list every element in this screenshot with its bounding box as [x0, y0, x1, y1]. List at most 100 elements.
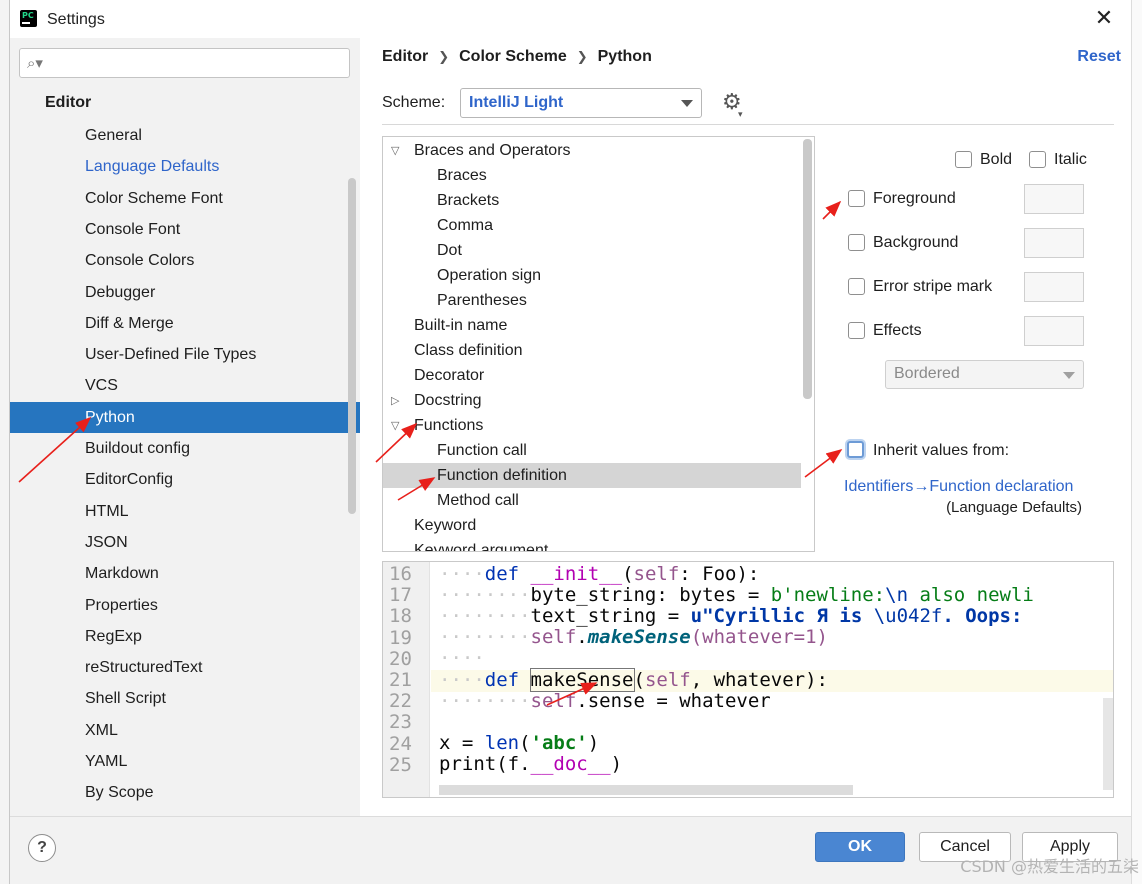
- code-line: ········text_string = u"Cyrillic Я is \u…: [439, 606, 1034, 627]
- tree-node[interactable]: Braces: [383, 163, 801, 188]
- effects-type-select[interactable]: Bordered: [885, 360, 1084, 389]
- reset-link[interactable]: Reset: [1077, 48, 1121, 66]
- code-token: u"Cyrillic Я is: [690, 605, 874, 627]
- sidebar-item-yaml[interactable]: YAML: [10, 746, 360, 777]
- code-token: b'newline:: [770, 584, 886, 606]
- settings-sidebar: ⌕▾ Editor General Language Defaults Color …: [10, 38, 360, 816]
- chevron-down-icon[interactable]: ▽: [391, 138, 399, 163]
- close-button[interactable]: ✕: [1091, 6, 1117, 32]
- tree-node[interactable]: Method call: [383, 488, 801, 513]
- title-bar: PC Settings ✕: [10, 0, 1131, 38]
- tree-node[interactable]: Keyword argument: [383, 538, 801, 551]
- tree-node[interactable]: Dot: [383, 238, 801, 263]
- sidebar-item-html[interactable]: HTML: [10, 496, 360, 527]
- sidebar-item-regexp[interactable]: RegExp: [10, 621, 360, 652]
- code-token: self: [644, 669, 691, 691]
- tree-node[interactable]: Function call: [383, 438, 801, 463]
- code-line: ····: [439, 648, 485, 669]
- gear-icon[interactable]: ⚙ ▾: [722, 92, 743, 121]
- inherit-checkbox[interactable]: [847, 441, 864, 458]
- sidebar-item-markdown[interactable]: Markdown: [10, 558, 360, 589]
- tree-node[interactable]: Operation sign: [383, 263, 801, 288]
- inherit-source-link[interactable]: Identifiers→Function declaration: [844, 478, 1073, 496]
- chevron-down-icon: [681, 100, 693, 107]
- tree-node-label: Operation sign: [437, 267, 542, 284]
- whitespace-marker: ····: [439, 669, 485, 691]
- sidebar-item-vcs[interactable]: VCS: [10, 370, 360, 401]
- main-panel: Editor ❯ Color Scheme ❯ Python Reset Scheme:…: [360, 38, 1131, 816]
- effects-type-value: Bordered: [894, 365, 960, 382]
- sidebar-item-color-scheme-font[interactable]: Color Scheme Font: [10, 183, 360, 214]
- code-preview[interactable]: 16 17 18 19 20 21 22 23 24 25 ····def __init__(se…: [382, 561, 1114, 798]
- search-input[interactable]: ⌕▾: [19, 48, 350, 78]
- code-token: __init__: [530, 563, 623, 585]
- sidebar-item-diff-merge[interactable]: Diff & Merge: [10, 308, 360, 339]
- sidebar-item-xml[interactable]: XML: [10, 715, 360, 746]
- tree-node[interactable]: Comma: [383, 213, 801, 238]
- sidebar-item-shell-script[interactable]: Shell Script: [10, 683, 360, 714]
- effects-color-swatch[interactable]: [1024, 316, 1084, 346]
- background-checkbox[interactable]: [848, 234, 865, 251]
- effects-checkbox[interactable]: [848, 322, 865, 339]
- error-stripe-checkbox[interactable]: [848, 278, 865, 295]
- preview-vertical-scrollbar[interactable]: [1103, 698, 1113, 790]
- sidebar-item-editorconfig[interactable]: EditorConfig: [10, 464, 360, 495]
- line-number: 20: [389, 647, 412, 670]
- sidebar-item-restructuredtext[interactable]: reStructuredText: [10, 652, 360, 683]
- tree-node-label: Brackets: [437, 192, 500, 209]
- whitespace-marker: ····: [439, 647, 485, 669]
- foreground-label: Foreground: [873, 190, 956, 207]
- code-token: . Oops:: [942, 605, 1034, 627]
- background-color-swatch[interactable]: [1024, 228, 1084, 258]
- sidebar-item-python[interactable]: Python: [10, 401, 360, 433]
- tree-node[interactable]: Parentheses: [383, 288, 801, 313]
- code-token: (whatever=1): [690, 626, 828, 648]
- code-token: .sense = whatever: [576, 690, 771, 712]
- tree-scrollbar[interactable]: [803, 139, 812, 399]
- breadcrumb-item: Editor: [382, 48, 429, 65]
- italic-checkbox[interactable]: [1029, 151, 1046, 168]
- sidebar-item-language-defaults[interactable]: Language Defaults: [10, 151, 360, 182]
- tree-node-label: Function definition: [437, 467, 567, 484]
- tree-node[interactable]: Built-in name: [383, 313, 801, 338]
- scheme-select[interactable]: IntelliJ Light: [460, 88, 702, 118]
- tree-node[interactable]: Decorator: [383, 363, 801, 388]
- code-line: ········byte_string: bytes = b'newline:\…: [439, 585, 1034, 606]
- code-token: 'abc': [530, 732, 588, 754]
- foreground-checkbox[interactable]: [848, 190, 865, 207]
- whitespace-marker: ········: [439, 605, 531, 627]
- tree-node-label: Braces and Operators: [414, 142, 571, 159]
- tree-node[interactable]: Class definition: [383, 338, 801, 363]
- tree-node-label: Function call: [437, 442, 527, 459]
- sidebar-item-buildout-config[interactable]: Buildout config: [10, 433, 360, 464]
- sidebar-group-editor[interactable]: Editor: [45, 94, 91, 112]
- help-button[interactable]: ?: [28, 834, 56, 862]
- chevron-down-icon[interactable]: ▽: [391, 413, 399, 438]
- sidebar-item-user-defined-file-types[interactable]: User-Defined File Types: [10, 339, 360, 370]
- whitespace-marker: ····: [439, 563, 485, 585]
- sidebar-item-properties[interactable]: Properties: [10, 590, 360, 621]
- scheme-label: Scheme:: [382, 94, 446, 111]
- code-token: len: [484, 732, 520, 754]
- preview-horizontal-scrollbar[interactable]: [439, 785, 853, 795]
- sidebar-item-console-colors[interactable]: Console Colors: [10, 245, 360, 276]
- error-stripe-color-swatch[interactable]: [1024, 272, 1084, 302]
- code-line: ········self.sense = whatever: [439, 691, 771, 712]
- ok-button[interactable]: OK: [815, 832, 905, 862]
- sidebar-item-debugger[interactable]: Debugger: [10, 277, 360, 308]
- chevron-right-icon[interactable]: ▷: [391, 388, 399, 413]
- sidebar-item-general[interactable]: General: [10, 120, 360, 151]
- sidebar-scrollbar[interactable]: [348, 178, 356, 514]
- bold-checkbox[interactable]: [955, 151, 972, 168]
- sidebar-item-console-font[interactable]: Console Font: [10, 214, 360, 245]
- tree-node[interactable]: ▽ Functions: [383, 413, 801, 438]
- foreground-color-swatch[interactable]: [1024, 184, 1084, 214]
- tree-node[interactable]: Keyword: [383, 513, 801, 538]
- tree-node[interactable]: ▽ Braces and Operators: [383, 138, 801, 163]
- tree-node[interactable]: Function definition: [383, 463, 801, 488]
- sidebar-item-json[interactable]: JSON: [10, 527, 360, 558]
- line-number: 21: [389, 669, 412, 691]
- tree-node[interactable]: Brackets: [383, 188, 801, 213]
- tree-node[interactable]: ▷ Docstring: [383, 388, 801, 413]
- sidebar-item-by-scope[interactable]: By Scope: [10, 777, 360, 808]
